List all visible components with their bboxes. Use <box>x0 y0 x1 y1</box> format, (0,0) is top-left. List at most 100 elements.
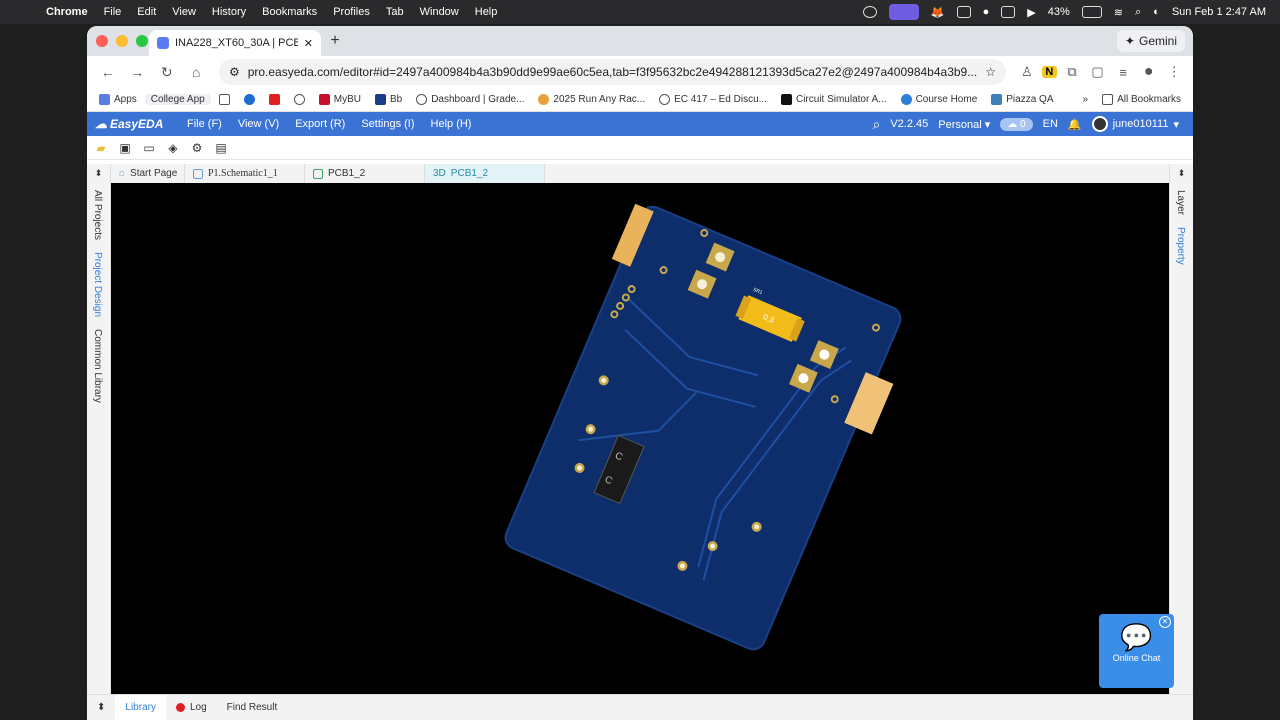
menu-view[interactable]: View <box>164 6 204 18</box>
menu-export-r[interactable]: Export (R) <box>287 118 353 130</box>
menu-settings-i[interactable]: Settings (I) <box>353 118 422 130</box>
menu-help-h[interactable]: Help (H) <box>423 118 480 130</box>
tab-pcb[interactable]: PCB1_2 <box>305 164 425 183</box>
bookmark-circuit-sim[interactable]: Circuit Simulator A... <box>775 94 893 105</box>
bookmark-bb[interactable]: Bb <box>369 94 408 105</box>
bookmark-run-race[interactable]: 2025 Run Any Rac... <box>532 94 651 105</box>
all-bookmarks[interactable]: All Bookmarks <box>1096 94 1187 105</box>
tab-find-result[interactable]: Find Result <box>217 695 288 720</box>
site-settings-icon[interactable]: ⚙ <box>229 65 240 79</box>
maximize-window-icon[interactable] <box>136 35 148 47</box>
pin-icon[interactable]: ⬍ <box>1170 164 1193 184</box>
tab-log[interactable]: Log <box>166 695 217 720</box>
menu-app-name[interactable]: Chrome <box>38 6 96 18</box>
language-button[interactable]: EN <box>1043 118 1058 130</box>
panel-property[interactable]: Property <box>1175 221 1186 271</box>
image-export-icon[interactable]: ▭ <box>139 138 159 158</box>
bookmark-apps[interactable]: Apps <box>93 94 143 105</box>
tab-start-page[interactable]: ⌂ Start Page <box>111 164 185 183</box>
bookmark-college-app[interactable]: College App <box>144 94 211 105</box>
datetime[interactable]: Sun Feb 1 2:47 AM <box>1172 6 1266 18</box>
tab-library[interactable]: Library <box>115 695 166 720</box>
tab-pcb-3d[interactable]: 3D PCB1_2 <box>425 164 545 183</box>
tab-schematic[interactable]: P1.Schematic1_1 <box>185 164 305 183</box>
open-folder-icon[interactable]: ▰ <box>91 138 111 158</box>
extension-notion-icon[interactable]: N <box>1041 66 1058 78</box>
menu-file-f[interactable]: File (F) <box>179 118 230 130</box>
bookmark-mybu[interactable]: MyBU <box>313 94 367 105</box>
browser-tab[interactable]: INA228_XT60_30A | PCB1_2 ✕ <box>149 30 321 56</box>
fox-icon[interactable]: 🦊 <box>931 6 945 19</box>
back-icon[interactable]: ← <box>95 64 120 80</box>
bookmark-youtube[interactable] <box>263 94 286 105</box>
search-icon[interactable]: ⌕ <box>872 116 880 133</box>
menu-view-v[interactable]: View (V) <box>230 118 287 130</box>
minimize-window-icon[interactable] <box>116 35 128 47</box>
profile-icon[interactable]: ● <box>1138 63 1160 81</box>
settings-gear-icon[interactable]: ⚙ <box>187 138 207 158</box>
menu-file[interactable]: File <box>96 6 130 18</box>
tab-search-icon[interactable]: ▢ <box>1087 64 1109 80</box>
easyeda-header: ☁ EasyEDA File (F) View (V) Export (R) S… <box>87 112 1193 136</box>
logo-text: EasyEDA <box>110 117 164 131</box>
header-right: ⌕ V2.2.45 Personal ▾ ☁ 0 EN 🔔 june010111… <box>872 116 1193 133</box>
screen-record-icon[interactable] <box>862 6 877 18</box>
window-icon[interactable] <box>956 6 971 18</box>
close-icon[interactable]: ✕ <box>1159 616 1171 628</box>
control-pill-icon[interactable] <box>888 4 919 20</box>
media-control-icon[interactable]: ≡ <box>1112 65 1134 80</box>
home-icon[interactable]: ⌂ <box>183 64 208 80</box>
bookmark-dashboard[interactable]: Dashboard | Grade... <box>410 94 530 105</box>
bookmark-ec417[interactable]: EC 417 – Ed Discu... <box>653 94 773 105</box>
close-window-icon[interactable] <box>96 35 108 47</box>
menu-history[interactable]: History <box>204 6 254 18</box>
pin-icon[interactable]: ⬍ <box>87 164 110 184</box>
bookmark-piazza[interactable]: Piazza QA <box>985 94 1059 105</box>
online-chat-widget[interactable]: ✕ 💬 Online Chat <box>1099 614 1174 688</box>
menu-bookmarks[interactable]: Bookmarks <box>254 6 325 18</box>
keyboard-icon[interactable] <box>1001 6 1016 18</box>
bookmark-star-icon[interactable]: ☆ <box>985 65 996 79</box>
cloud-sync-pill[interactable]: ☁ 0 <box>1000 117 1033 131</box>
wifi-icon[interactable]: ≋ <box>1114 6 1123 19</box>
menu-edit[interactable]: Edit <box>129 6 164 18</box>
user-menu[interactable]: june010111 ▾ <box>1091 116 1179 132</box>
panel-project-design[interactable]: Project Design <box>92 246 103 323</box>
panel-common-library[interactable]: Common Library <box>92 323 103 409</box>
gemini-button[interactable]: ✦ Gemini <box>1116 30 1185 52</box>
forward-icon[interactable]: → <box>124 64 149 80</box>
play-icon[interactable]: ▶ <box>1027 6 1035 19</box>
panel-all-projects[interactable]: All Projects <box>92 184 103 246</box>
pcb-icon <box>313 168 323 179</box>
more-bookmarks-icon[interactable]: » <box>1077 94 1095 105</box>
pin-icon[interactable]: ⬍ <box>87 695 115 720</box>
panel-layer[interactable]: Layer <box>1175 184 1186 221</box>
menu-profiles[interactable]: Profiles <box>325 6 378 18</box>
chrome-menu-icon[interactable]: ⋮ <box>1163 64 1185 80</box>
3d-viewport[interactable]: 0.3 SR1 C C <box>111 183 1169 694</box>
menu-help[interactable]: Help <box>467 6 506 18</box>
bookmark-globe[interactable] <box>288 94 311 105</box>
extension-person-icon[interactable]: ♙ <box>1016 64 1038 80</box>
url-text[interactable]: pro.easyeda.com/editor#id=2497a400984b4a… <box>248 65 978 79</box>
bookmark-cloud[interactable] <box>238 94 261 105</box>
save-icon[interactable]: ▣ <box>115 138 135 158</box>
design-check-icon[interactable]: ◈ <box>163 138 183 158</box>
bell-icon[interactable]: 🔔 <box>1068 118 1082 131</box>
search-icon[interactable]: ⌕ <box>1135 6 1141 19</box>
plan-dropdown[interactable]: Personal ▾ <box>938 118 990 131</box>
panel-layout-icon[interactable]: ▤ <box>211 138 231 158</box>
easyeda-logo[interactable]: ☁ EasyEDA <box>87 117 179 131</box>
bookmark-course-home[interactable]: Course Home <box>895 94 984 105</box>
close-tab-icon[interactable]: ✕ <box>304 37 313 50</box>
battery-icon[interactable] <box>1081 6 1102 18</box>
address-bar[interactable]: ⚙ pro.easyeda.com/editor#id=2497a400984b… <box>218 59 1006 85</box>
reload-icon[interactable]: ↻ <box>154 64 179 81</box>
menu-window[interactable]: Window <box>412 6 467 18</box>
user-icon[interactable]: ● <box>983 6 990 18</box>
control-center-icon[interactable]: ◐ <box>1153 6 1160 18</box>
bookmark-grid[interactable] <box>213 94 236 105</box>
extensions-puzzle-icon[interactable]: ⧉ <box>1061 64 1083 80</box>
new-tab-icon[interactable]: + <box>321 32 349 50</box>
menu-tab[interactable]: Tab <box>378 6 412 18</box>
